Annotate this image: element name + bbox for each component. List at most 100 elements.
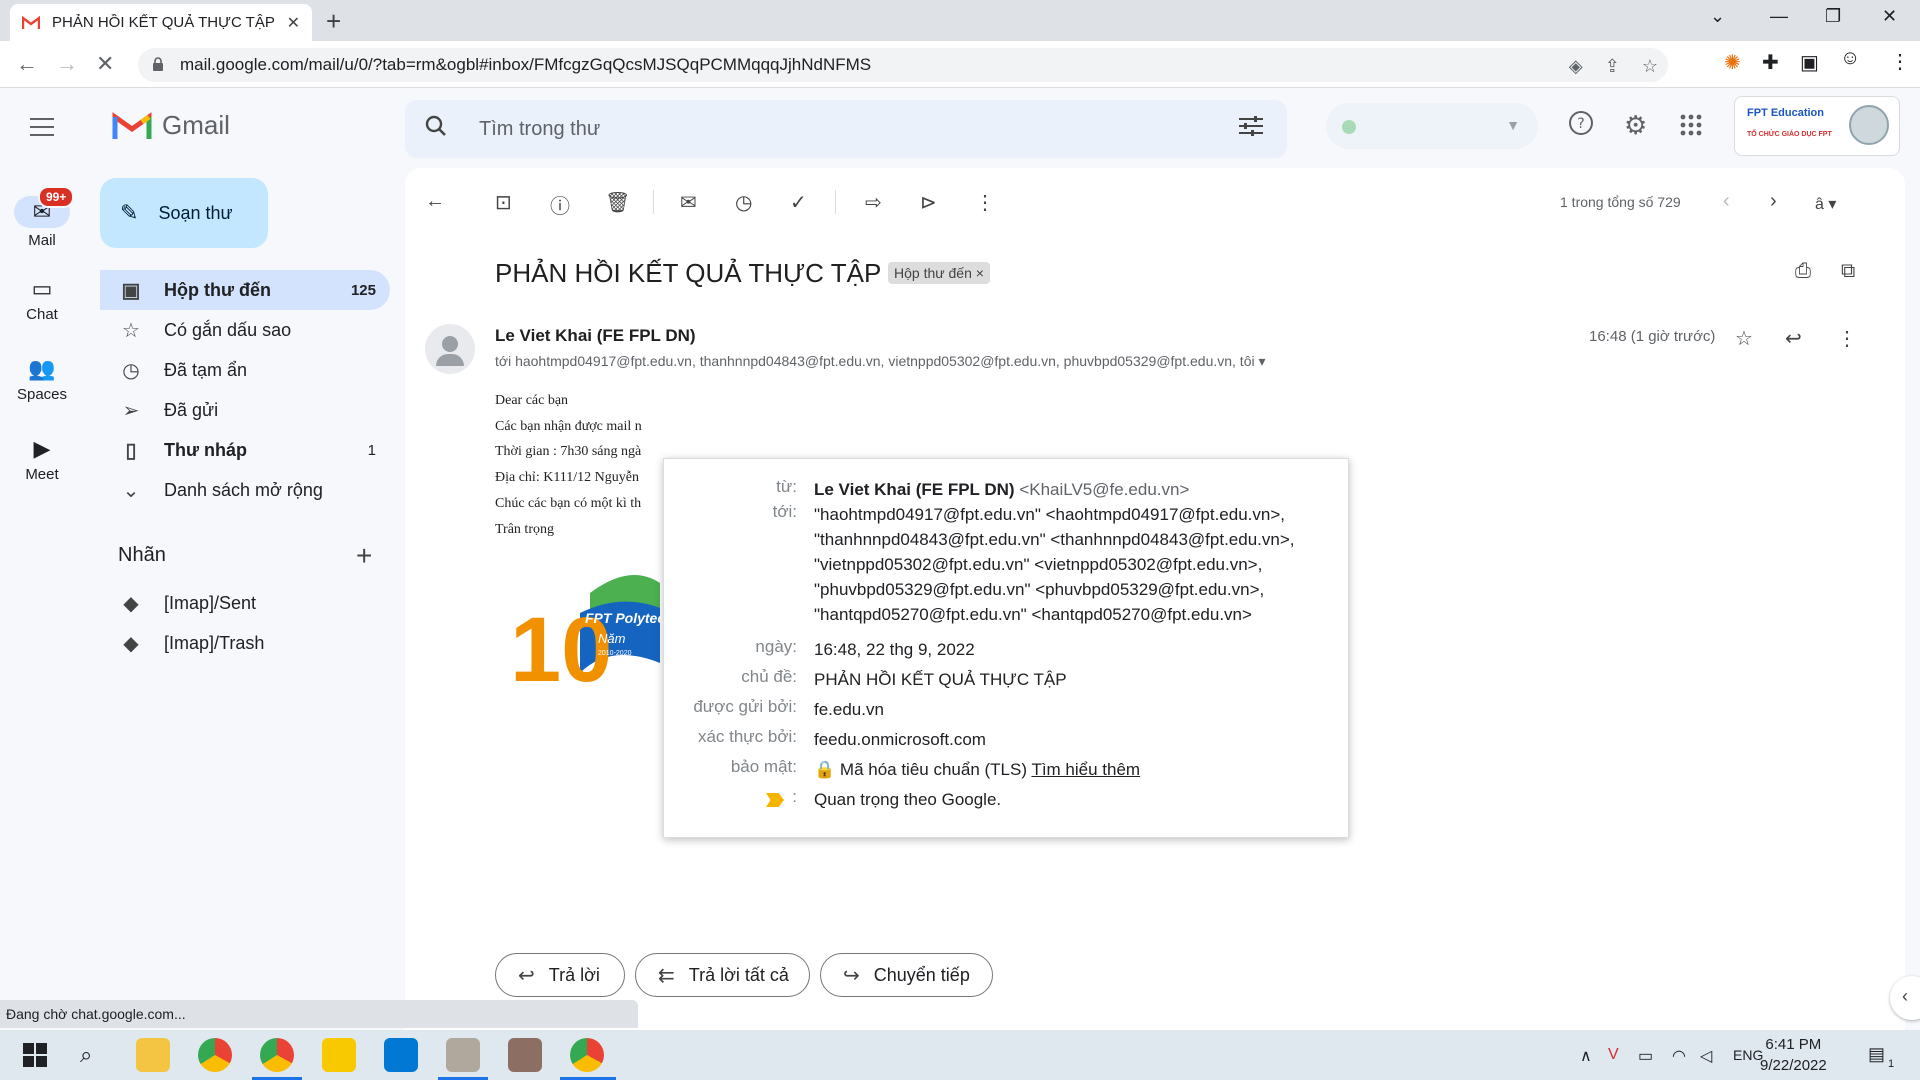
newer-icon[interactable]: ‹ bbox=[1723, 190, 1730, 213]
body-line: Dear các bạn bbox=[495, 393, 569, 408]
rail-chat[interactable]: ▭ Chat bbox=[0, 276, 84, 323]
chevron-down-icon: ▼ bbox=[1506, 117, 1520, 133]
detail-value: Le Viet Khai (FE FPL DN) <KhaiLV5@fe.edu… bbox=[814, 477, 1189, 502]
status-dot-icon bbox=[1342, 120, 1356, 134]
windows-start-icon[interactable] bbox=[18, 1038, 52, 1072]
print-icon[interactable]: ⎙ bbox=[1795, 260, 1811, 283]
file-explorer-icon[interactable] bbox=[136, 1038, 170, 1072]
browser-menu-icon[interactable]: ⋮ bbox=[1890, 49, 1910, 74]
search-options-icon[interactable] bbox=[1239, 116, 1263, 142]
settings-gear-icon[interactable]: ⚙ bbox=[1624, 110, 1647, 141]
back-to-inbox-icon[interactable]: ← bbox=[425, 190, 445, 213]
gmail-logo[interactable]: Gmail bbox=[112, 110, 230, 141]
label-imap-trash[interactable]: ◆ [Imap]/Trash bbox=[100, 623, 390, 663]
notification-icon[interactable]: ▤ bbox=[1868, 1044, 1885, 1065]
status-selector[interactable]: ▼ bbox=[1326, 103, 1538, 149]
compose-button[interactable]: ✎ Soạn thư bbox=[100, 178, 268, 248]
reply-button[interactable]: ↩ Trả lời bbox=[495, 953, 625, 997]
move-to-icon[interactable]: ⇨ bbox=[865, 190, 882, 215]
bookmark-star-icon[interactable]: ☆ bbox=[1642, 56, 1658, 77]
sidepanel-icon[interactable]: ▣ bbox=[1800, 50, 1819, 75]
more-options-icon[interactable]: ⋮ bbox=[975, 190, 995, 215]
vscode-icon[interactable] bbox=[384, 1038, 418, 1072]
label-imap-sent[interactable]: ◆ [Imap]/Sent bbox=[100, 583, 390, 623]
chrome-profile-icon[interactable] bbox=[260, 1038, 294, 1072]
report-spam-icon[interactable]: ⓘ bbox=[550, 190, 570, 219]
nav-label: Danh sách mở rộng bbox=[164, 479, 323, 500]
eye-icon[interactable]: ◈ bbox=[1569, 56, 1583, 77]
sender-name: Le Viet Khai (FE FPL DN) bbox=[495, 326, 696, 345]
learn-more-link[interactable]: Tìm hiểu thêm bbox=[1031, 760, 1140, 779]
browser-toolbar: ← → ✕ mail.google.com/mail/u/0/?tab=rm&o… bbox=[0, 41, 1920, 88]
show-details-icon[interactable]: ▾ bbox=[1259, 353, 1266, 369]
volume-icon[interactable]: ◁ bbox=[1700, 1046, 1712, 1066]
older-icon[interactable]: › bbox=[1770, 190, 1777, 213]
system-clock[interactable]: 6:41 PM 9/22/2022 bbox=[1760, 1034, 1827, 1076]
address-bar[interactable]: mail.google.com/mail/u/0/?tab=rm&ogbl#in… bbox=[138, 48, 1668, 82]
delete-icon[interactable]: 🗑 bbox=[605, 190, 630, 215]
new-tab-button[interactable]: + bbox=[326, 6, 341, 37]
chat-icon: ▭ bbox=[31, 276, 53, 301]
tray-overflow-icon[interactable]: ∧ bbox=[1580, 1046, 1592, 1066]
restore-icon[interactable]: ❐ bbox=[1825, 6, 1841, 27]
url-text: mail.google.com/mail/u/0/?tab=rm&ogbl#in… bbox=[180, 55, 872, 74]
tab-search-icon[interactable]: ⌄ bbox=[1710, 6, 1725, 27]
snooze-icon[interactable]: ◷ bbox=[735, 190, 752, 215]
chrome-icon[interactable] bbox=[198, 1038, 232, 1072]
help-icon[interactable]: ? bbox=[1568, 110, 1594, 143]
nav-more[interactable]: ⌄ Danh sách mở rộng bbox=[100, 470, 390, 510]
chip-close-icon[interactable]: × bbox=[976, 265, 984, 281]
open-new-window-icon[interactable]: ⧉ bbox=[1841, 260, 1855, 283]
reply-icon[interactable]: ↩ bbox=[1785, 326, 1802, 351]
add-task-icon[interactable]: ✓ bbox=[790, 190, 807, 215]
search-icon[interactable] bbox=[425, 115, 455, 144]
add-label-icon[interactable]: + bbox=[356, 540, 372, 572]
app-icon[interactable] bbox=[322, 1038, 356, 1072]
draft-file-icon: ▯ bbox=[125, 439, 137, 462]
to-line: "hantqpd05270@fpt.edu.vn" <hantqpd05270@… bbox=[814, 605, 1252, 624]
tab-title: PHẢN HỒI KẾT QUẢ THỰC TẬP - bbox=[52, 14, 279, 31]
reply-all-button[interactable]: ⇇ Trả lời tất cả bbox=[635, 953, 810, 997]
toolbar-divider bbox=[835, 190, 836, 214]
nav-sent[interactable]: ➢ Đã gửi bbox=[100, 390, 390, 430]
close-window-icon[interactable]: ✕ bbox=[1882, 6, 1897, 27]
game-app-icon[interactable] bbox=[446, 1038, 480, 1072]
account-switcher[interactable]: FPT Education TỔ CHỨC GIÁO DỤC FPT bbox=[1734, 96, 1900, 156]
puzzle-icon[interactable]: ✚ bbox=[1762, 50, 1779, 75]
nav-starred[interactable]: ☆ Có gắn dấu sao bbox=[100, 310, 390, 350]
stop-loading-icon[interactable]: ✕ bbox=[96, 51, 114, 77]
wifi-icon[interactable]: ◠ bbox=[1672, 1046, 1686, 1066]
star-message-icon[interactable]: ☆ bbox=[1735, 326, 1753, 351]
mark-unread-icon[interactable]: ✉ bbox=[680, 190, 697, 215]
label-icon[interactable]: ⊳ bbox=[920, 190, 937, 215]
antivirus-icon[interactable]: V bbox=[1608, 1046, 1619, 1064]
rail-meet[interactable]: ▶ Meet bbox=[0, 436, 84, 483]
chrome-active-icon[interactable] bbox=[570, 1038, 604, 1072]
nav-snoozed[interactable]: ◷ Đã tạm ẩn bbox=[100, 350, 390, 390]
search-icon[interactable]: ⌕ bbox=[76, 1038, 110, 1072]
profile-avatar-icon[interactable]: ☺ bbox=[1840, 47, 1860, 70]
forward-icon[interactable]: → bbox=[56, 51, 78, 77]
back-icon[interactable]: ← bbox=[16, 51, 38, 77]
forward-button[interactable]: ↪ Chuyển tiếp bbox=[820, 953, 993, 997]
extension-icon[interactable]: ✺ bbox=[1724, 50, 1741, 75]
message-more-icon[interactable]: ⋮ bbox=[1837, 326, 1857, 351]
search-bar[interactable]: Tìm trong thư bbox=[405, 100, 1287, 158]
inbox-label-chip[interactable]: Hộp thư đến × bbox=[888, 262, 990, 284]
input-tools-icon[interactable]: â ▾ bbox=[1815, 194, 1836, 214]
minimize-icon[interactable]: — bbox=[1770, 6, 1788, 27]
nav-inbox[interactable]: ▣ Hộp thư đến 125 bbox=[100, 270, 390, 310]
archive-icon[interactable]: ⊡ bbox=[495, 190, 512, 215]
rail-spaces[interactable]: 👥 Spaces bbox=[0, 356, 84, 403]
apps-grid-icon[interactable] bbox=[1680, 114, 1702, 142]
language-indicator[interactable]: ENG bbox=[1733, 1047, 1763, 1063]
nav-drafts[interactable]: ▯ Thư nháp 1 bbox=[100, 430, 390, 470]
browser-tab[interactable]: PHẢN HỒI KẾT QUẢ THỰC TẬP - ✕ bbox=[10, 4, 312, 41]
game-app-icon[interactable] bbox=[508, 1038, 542, 1072]
label-tag-icon: ◆ bbox=[123, 592, 139, 615]
share-icon[interactable]: ⇪ bbox=[1605, 56, 1620, 77]
main-menu-icon[interactable] bbox=[30, 118, 54, 142]
tab-close-icon[interactable]: ✕ bbox=[287, 13, 300, 33]
search-input[interactable]: Tìm trong thư bbox=[479, 118, 1239, 141]
battery-icon[interactable]: ▭ bbox=[1638, 1046, 1653, 1066]
